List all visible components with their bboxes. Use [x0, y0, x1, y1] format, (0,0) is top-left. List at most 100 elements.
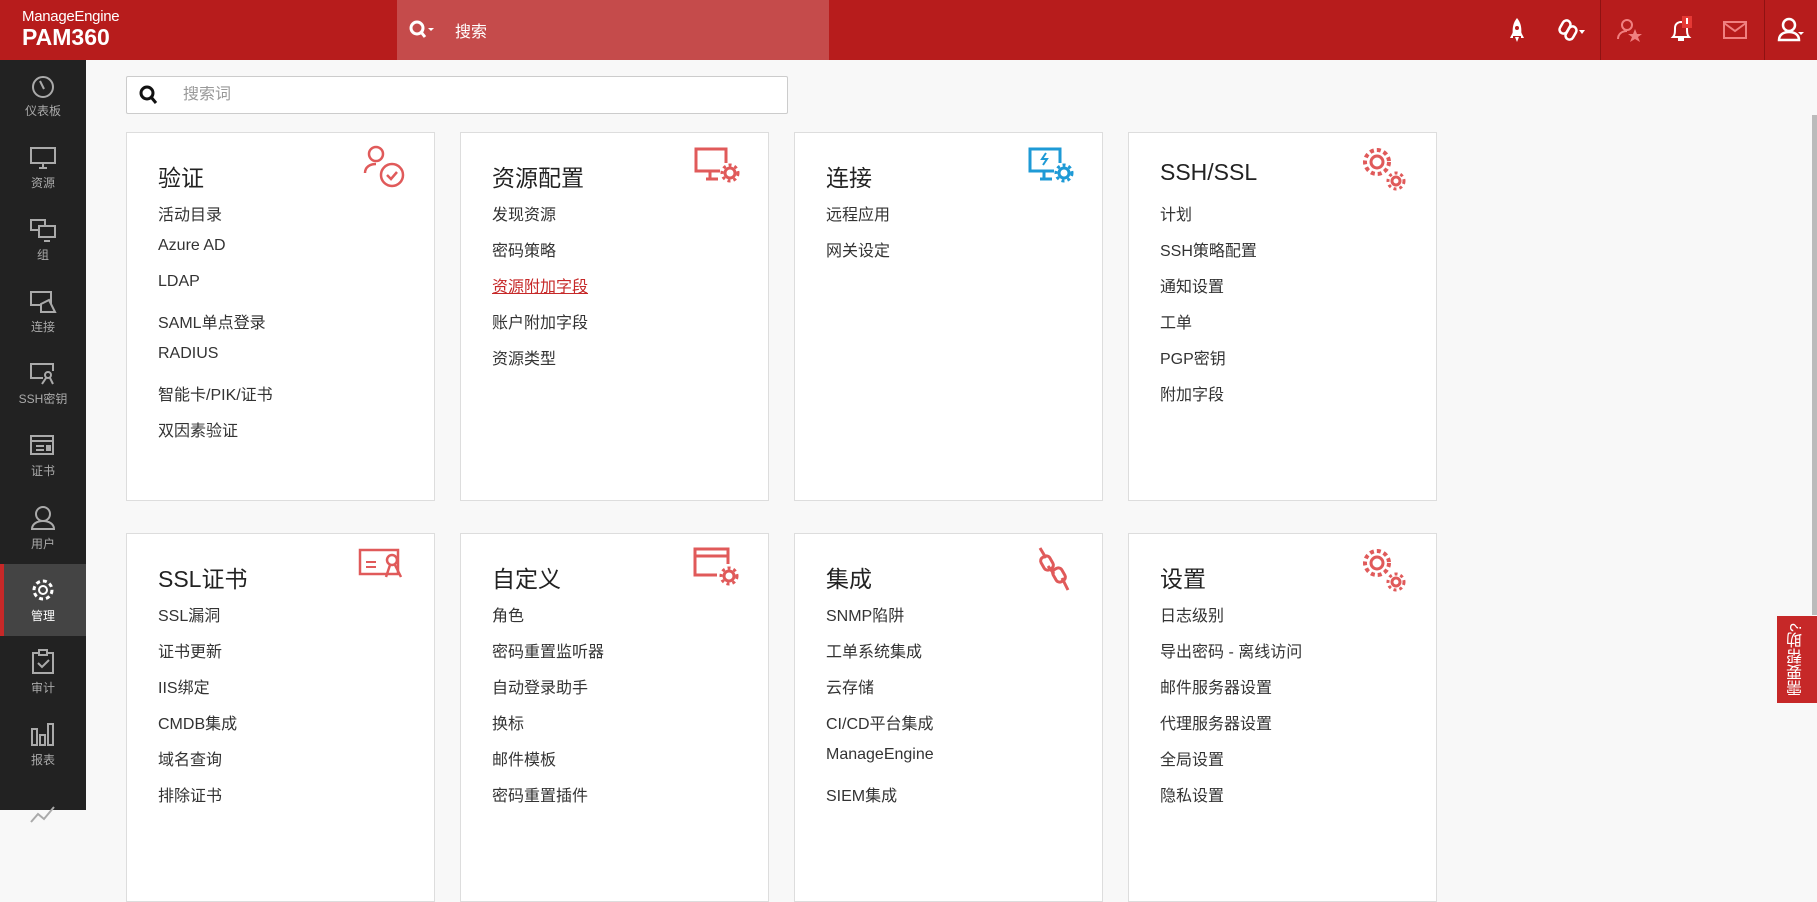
settings-card: 验证活动目录 Azure AD LDAP SAML单点登录 RADIUS 智能卡/PIK/… [126, 132, 435, 501]
settings-link[interactable]: SAML单点登录 [158, 309, 273, 345]
monitor-connection-gear-icon [1026, 145, 1074, 190]
settings-link[interactable]: 双因素验证 [158, 417, 273, 453]
sidebar-item-audit[interactable]: 审计 [0, 636, 86, 708]
settings-link[interactable]: 远程应用 [826, 201, 890, 237]
settings-link[interactable]: Azure AD [158, 237, 273, 273]
ssh-key-icon [30, 362, 54, 385]
settings-card: 自定义 角色 密码重置监听器 自动登录助手 换标 邮件模板 密码重置插件 [460, 533, 769, 902]
settings-card: SSL证书 SSL漏洞 证书更新 IIS绑定 CMDB集成 域名查询 排除证书 [126, 533, 435, 902]
certificate-key-icon [358, 546, 406, 585]
card-links: 计划 SSH策略配置 通知设置 工单 PGP密钥 附加字段 [1160, 201, 1257, 417]
sidebar-item-admin[interactable]: 管理 [0, 564, 86, 636]
settings-link[interactable]: 智能卡/PIK/证书 [158, 381, 273, 417]
card-links: SSL漏洞 证书更新 IIS绑定 CMDB集成 域名查询 排除证书 [158, 602, 237, 818]
sidebar: 仪表板 资源 组 连接 SSH密钥 证书 用户 管理 审计 报表 [0, 60, 86, 823]
settings-link[interactable]: 邮件服务器设置 [1160, 674, 1302, 710]
settings-link[interactable]: 日志级别 [1160, 602, 1302, 638]
settings-link[interactable]: 通知设置 [1160, 273, 1257, 309]
settings-link[interactable]: 账户附加字段 [492, 309, 588, 345]
settings-link[interactable]: 导出密码 - 离线访问 [1160, 638, 1302, 674]
settings-link[interactable]: 域名查询 [158, 746, 237, 782]
settings-link[interactable]: SNMP陷阱 [826, 602, 934, 638]
settings-link[interactable]: 活动目录 [158, 201, 273, 237]
certificate-icon [30, 434, 54, 455]
settings-link[interactable]: 角色 [492, 602, 604, 638]
settings-link[interactable]: 网关设定 [826, 237, 890, 273]
settings-card: 连接远程应用 网关设定 [794, 132, 1103, 501]
settings-link[interactable]: 隐私设置 [1160, 782, 1302, 818]
settings-link[interactable]: 附加字段 [1160, 381, 1257, 417]
card-title: SSL证书 [158, 566, 248, 592]
logo[interactable]: ManageEngine PAM360 [22, 8, 120, 49]
settings-link[interactable]: 发现资源 [492, 201, 588, 237]
search-input[interactable] [183, 86, 743, 104]
window-gear-icon [692, 546, 740, 593]
card-title: SSH/SSL [1160, 159, 1258, 185]
gears-icon [1360, 546, 1408, 599]
sidebar-item-analytics[interactable] [0, 780, 86, 852]
settings-link[interactable]: 云存储 [826, 674, 934, 710]
settings-link[interactable]: 排除证书 [158, 782, 237, 818]
card-title: 验证 [158, 165, 204, 191]
sidebar-item-groups[interactable]: 组 [0, 204, 86, 276]
settings-link[interactable]: SSL漏洞 [158, 602, 237, 638]
settings-link[interactable]: 代理服务器设置 [1160, 710, 1302, 746]
settings-link[interactable]: 资源类型 [492, 345, 588, 381]
settings-link[interactable]: IIS绑定 [158, 674, 237, 710]
settings-link[interactable]: 计划 [1160, 201, 1257, 237]
mail-icon[interactable] [1719, 14, 1751, 46]
sidebar-item-dashboard[interactable]: 仪表板 [0, 60, 86, 132]
settings-link[interactable]: 资源附加字段 [492, 273, 588, 309]
settings-link[interactable]: RADIUS [158, 345, 273, 381]
settings-link[interactable]: 自动登录助手 [492, 674, 604, 710]
clipboard-check-icon [32, 648, 54, 674]
settings-link[interactable]: 密码重置监听器 [492, 638, 604, 674]
sidebar-item-ssh-keys[interactable]: SSH密钥 [0, 348, 86, 420]
rocket-icon[interactable] [1501, 14, 1533, 46]
settings-link[interactable]: 邮件模板 [492, 746, 604, 782]
settings-link[interactable]: 证书更新 [158, 638, 237, 674]
settings-card: 资源配置发现资源 密码策略 资源附加字段 账户附加字段 资源类型 [460, 132, 769, 501]
gears-icon [1360, 145, 1408, 198]
card-title: 设置 [1160, 566, 1206, 592]
header-divider [1600, 0, 1601, 60]
settings-link[interactable]: 全局设置 [1160, 746, 1302, 782]
global-search[interactable]: 搜索 [397, 0, 829, 60]
search-icon [139, 85, 158, 104]
card-links: 角色 密码重置监听器 自动登录助手 换标 邮件模板 密码重置插件 [492, 602, 604, 818]
sidebar-item-users[interactable]: 用户 [0, 492, 86, 564]
settings-link[interactable]: 工单系统集成 [826, 638, 934, 674]
link-dropdown-icon[interactable] [1556, 14, 1588, 46]
settings-link[interactable]: 工单 [1160, 309, 1257, 345]
settings-card: SSH/SSL 计划 SSH策略配置 通知设置 工单 PGP密钥 附加字段 [1128, 132, 1437, 501]
settings-link[interactable]: 密码策略 [492, 237, 588, 273]
settings-search-box[interactable] [126, 76, 788, 114]
card-title: 资源配置 [492, 165, 584, 191]
user-menu-icon[interactable] [1775, 14, 1807, 46]
sidebar-item-certificates[interactable]: 证书 [0, 420, 86, 492]
card-title: 连接 [826, 165, 872, 191]
card-links: SNMP陷阱 工单系统集成 云存储 CI/CD平台集成 ManageEngine SIEM… [826, 602, 934, 818]
settings-link[interactable]: PGP密钥 [1160, 345, 1257, 381]
settings-card: 集成 SNMP陷阱 工单系统集成 云存储 CI/CD平台集成 ManageEngine SI… [794, 533, 1103, 902]
scrollbar[interactable] [1812, 115, 1817, 615]
settings-link[interactable]: 换标 [492, 710, 604, 746]
sidebar-item-connections[interactable]: 连接 [0, 276, 86, 348]
settings-link[interactable]: 密码重置插件 [492, 782, 604, 818]
notification-bell-icon[interactable] [1665, 14, 1697, 46]
settings-link[interactable]: SIEM集成 [826, 782, 934, 818]
settings-link[interactable]: LDAP [158, 273, 273, 309]
settings-link[interactable]: SSH策略配置 [1160, 237, 1257, 273]
help-tab[interactable]: 需要帮助? [1777, 616, 1817, 703]
trend-icon [30, 806, 55, 823]
settings-link[interactable]: ManageEngine [826, 746, 934, 782]
card-title: 集成 [826, 566, 872, 592]
sidebar-item-reports[interactable]: 报表 [0, 708, 86, 780]
sidebar-item-resources[interactable]: 资源 [0, 132, 86, 204]
settings-link[interactable]: CMDB集成 [158, 710, 237, 746]
search-icon [409, 20, 434, 38]
settings-link[interactable]: CI/CD平台集成 [826, 710, 934, 746]
card-links: 远程应用 网关设定 [826, 201, 890, 273]
card-links: 日志级别 导出密码 - 离线访问 邮件服务器设置 代理服务器设置 全局设置 隐私设置 [1160, 602, 1302, 818]
user-star-icon[interactable] [1614, 14, 1646, 46]
